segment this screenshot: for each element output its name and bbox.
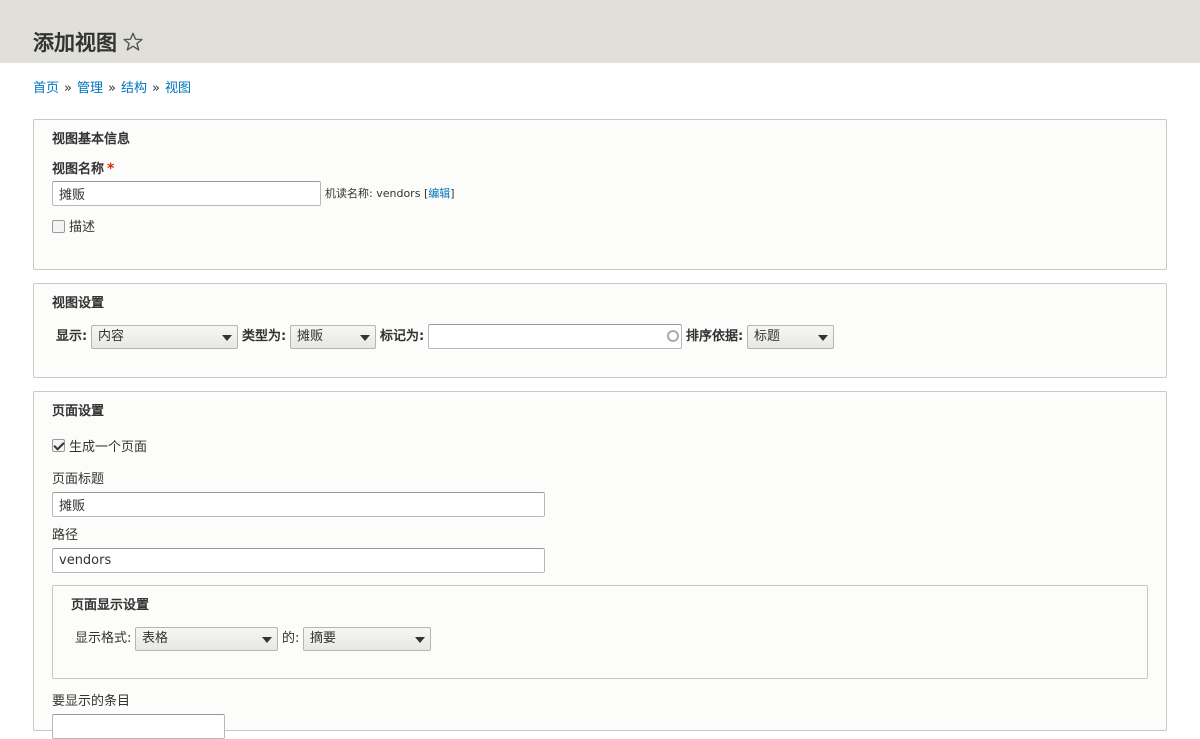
page-display-fieldset: 页面显示设置 显示格式: 表格 的: 摘要 [52, 585, 1148, 679]
items-to-display-label: 要显示的条目 [52, 694, 131, 709]
page-settings-legend: 页面设置 [52, 404, 105, 419]
breadcrumb-structure[interactable]: 结构 [121, 81, 147, 96]
page-header: 添加视图 [0, 0, 1200, 63]
of-label: 的: [282, 631, 300, 646]
view-settings-fieldset: 视图设置 显示: 内容 类型为: 摊贩 标记为: 排序依据: 标题 [33, 283, 1167, 378]
items-to-display-input[interactable] [52, 714, 225, 739]
description-checkbox[interactable] [52, 220, 65, 233]
autocomplete-throbber-icon [667, 330, 679, 342]
create-page-label[interactable]: 生成一个页面 [69, 439, 147, 457]
page-title: 添加视图 [33, 31, 117, 55]
type-label: 类型为: [242, 329, 287, 344]
star-icon[interactable] [122, 31, 144, 53]
page-display-legend: 页面显示设置 [71, 598, 150, 613]
sort-label: 排序依据: [686, 329, 744, 344]
breadcrumb-separator: » [64, 81, 72, 96]
tagged-input[interactable] [428, 324, 682, 349]
breadcrumb-separator: » [151, 81, 160, 96]
view-settings-legend: 视图设置 [52, 296, 105, 311]
tagged-label: 标记为: [380, 329, 425, 344]
view-name-label: 视图名称 * [52, 161, 115, 177]
type-select[interactable]: 摊贩 [290, 325, 376, 349]
page-title-input[interactable] [52, 492, 545, 517]
create-page-checkbox[interactable] [52, 439, 65, 452]
path-label: 路径 [52, 528, 79, 543]
breadcrumb-views[interactable]: 视图 [165, 81, 191, 96]
sort-select[interactable]: 标题 [747, 325, 834, 349]
breadcrumb-admin[interactable]: 管理 [77, 81, 103, 96]
chevron-down-icon [818, 335, 828, 341]
machine-name: 机读名称: vendors [编辑] [325, 187, 455, 200]
display-format-label: 显示格式: [75, 631, 132, 646]
breadcrumb-home[interactable]: 首页 [33, 81, 59, 96]
description-label[interactable]: 描述 [69, 219, 95, 237]
path-input[interactable] [52, 548, 545, 573]
show-label: 显示: [56, 329, 88, 344]
machine-name-edit-link[interactable]: 编辑 [428, 187, 450, 200]
view-name-input[interactable] [52, 181, 321, 206]
chevron-down-icon [415, 637, 425, 643]
chevron-down-icon [262, 637, 272, 643]
basic-info-legend: 视图基本信息 [52, 132, 131, 147]
breadcrumb-separator: » [108, 81, 116, 96]
display-format-select[interactable]: 表格 [135, 627, 278, 651]
page-title-label: 页面标题 [52, 472, 105, 487]
basic-info-fieldset: 视图基本信息 视图名称* 机读名称: vendors [编辑] 描述 [33, 119, 1167, 270]
page-settings-fieldset: 页面设置 生成一个页面 页面标题 路径 页面显示设置 显示格式: 表格 的: 摘… [33, 391, 1167, 739]
chevron-down-icon [222, 335, 232, 341]
chevron-down-icon [360, 335, 370, 341]
breadcrumb: 首页 » 管理 » 结构 » 视图 [33, 80, 191, 98]
show-select[interactable]: 内容 [91, 325, 238, 349]
required-mark: * [107, 161, 115, 177]
of-select[interactable]: 摘要 [303, 627, 431, 651]
